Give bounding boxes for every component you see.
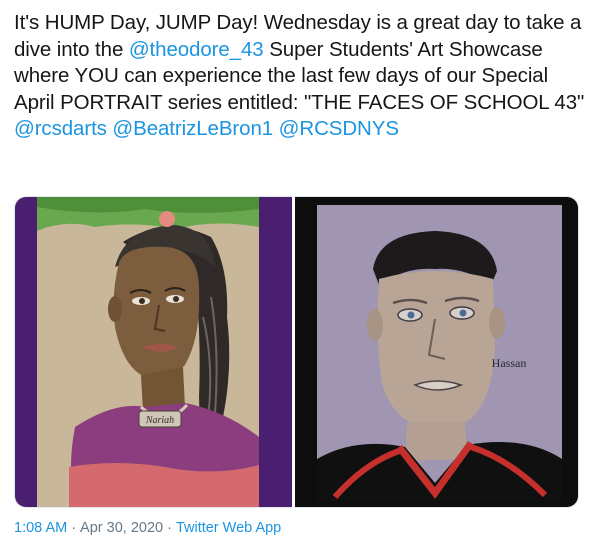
media-photo-right[interactable]: Hassan — [295, 197, 578, 507]
portrait-signature: Hassan — [492, 356, 527, 370]
portrait-drawing-boy: Hassan — [295, 197, 578, 507]
tweet-card: It's HUMP Day, JUMP Day! Wednesday is a … — [0, 0, 600, 540]
portrait-name-tag: Nariah — [145, 415, 174, 426]
meta-separator: · — [71, 520, 77, 536]
mention-rcsdarts-link[interactable]: @rcsdarts — [14, 117, 107, 140]
mention-beatrizlebron1-link[interactable]: @BeatrizLeBron1 — [112, 117, 273, 140]
portrait-drawing-girl: Nariah — [15, 197, 292, 507]
tweet-meta: 1:08 AM · Apr 30, 2020 · Twitter Web App — [14, 520, 281, 536]
tweet-text: It's HUMP Day, JUMP Day! Wednesday is a … — [14, 10, 586, 143]
media-photo-left[interactable]: Nariah — [15, 197, 292, 507]
meta-separator: · — [167, 520, 172, 536]
tweet-date-link[interactable]: Apr 30, 2020 — [80, 520, 163, 536]
tweet-media-grid: Nariah Hassan — [14, 196, 579, 508]
tweet-source-link[interactable]: Twitter Web App — [176, 520, 281, 536]
mention-rcsdnys-link[interactable]: @RCSDNYS — [279, 117, 399, 140]
tweet-time-link[interactable]: 1:08 AM — [14, 520, 67, 536]
mention-theodore-43-link[interactable]: @theodore_43 — [129, 38, 264, 61]
